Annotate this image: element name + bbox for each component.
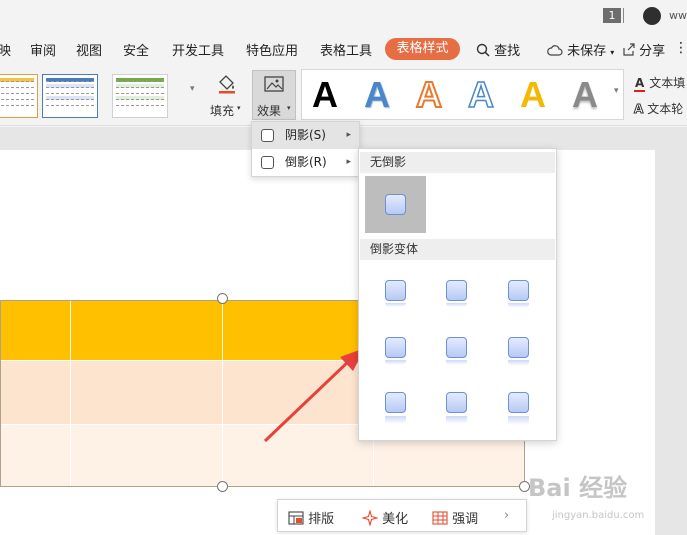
no-reflection-header: 无倒影 [360,152,555,173]
watermark-logo: Bai 经验 [528,474,628,502]
reflection-variant[interactable] [385,392,410,432]
layout-label: 排版 [308,512,335,527]
reflection-variant[interactable] [508,280,533,314]
reflection-preview [508,303,529,308]
reflection-preview [385,416,406,424]
reflection-preview [385,303,406,307]
table-emphasis-icon [432,511,448,525]
preview-square [446,392,467,413]
preview-square [385,280,406,301]
reflection-variant[interactable] [508,337,533,371]
chevron-right-icon[interactable]: › [504,508,509,523]
no-reflection-option[interactable] [365,176,426,233]
reflection-preview [508,416,529,425]
menu-item-shadow[interactable]: 阴影(S) ▸ [252,122,359,149]
reflection-variant[interactable] [446,280,471,314]
shadow-label: 阴影(S) [285,128,326,142]
reflection-label: 倒影(R) [285,155,327,169]
preview-square [508,280,529,301]
watermark-url: jingyan.baidu.com [552,510,645,521]
preview-square [508,337,529,358]
emphasis-label: 强调 [452,512,479,527]
beautify-label: 美化 [382,512,409,527]
layout-button[interactable]: 排版 [288,508,334,527]
effects-dropdown: 阴影(S) ▸ 倒影(R) ▸ [251,121,360,177]
floating-toolbar: 排版 美化 强调 › [277,499,527,532]
reflection-variant[interactable] [508,392,533,432]
chevron-right-icon: ▸ [346,157,351,167]
preview-square [446,337,467,358]
beautify-button[interactable]: 美化 [360,508,409,528]
reflection-icon [261,156,274,169]
preview-square [446,280,467,301]
reflection-variant[interactable] [446,392,471,432]
emphasis-button[interactable]: 强调 [432,508,478,527]
preview-square [508,392,529,413]
reflection-variant[interactable] [385,337,410,371]
reflection-variant[interactable] [446,337,471,371]
reflection-preview [446,416,467,424]
sparkle-icon [360,508,380,528]
reflection-preview [446,360,467,365]
reflection-preview [446,303,467,307]
annotation-arrow [263,348,365,443]
preview-square [385,194,406,215]
shadow-icon [261,129,274,142]
chevron-right-icon: ▸ [346,130,351,140]
reflection-variants-header: 倒影变体 [360,239,555,260]
reflection-variant[interactable] [385,280,410,314]
menu-item-reflection[interactable]: 倒影(R) ▸ [252,149,359,176]
reflection-preview [385,360,406,365]
reflection-flyout: 无倒影 倒影变体 [358,148,557,441]
reflection-preview [508,360,529,366]
layout-icon [288,511,304,525]
preview-square [385,392,406,413]
preview-square [385,337,406,358]
